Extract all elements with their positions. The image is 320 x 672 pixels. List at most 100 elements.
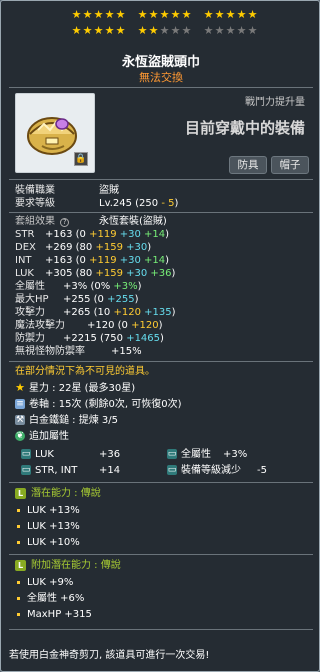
stat-close: )	[165, 255, 170, 266]
stat-extra: +14	[140, 229, 166, 240]
star-icon: ★	[203, 8, 214, 21]
info-icon[interactable]: ?	[60, 218, 70, 227]
stat-starforce: +30	[119, 255, 141, 266]
stat-extra: +14	[140, 255, 166, 266]
stat-row-luk: LUK +305 (80 +159 +30 +36)	[15, 267, 175, 280]
stat-row-dex: DEX +269 (80 +159 +30)	[15, 241, 151, 254]
bullet-icon	[17, 509, 20, 512]
stat-row-magic-attack: 魔法攻擊力 +120 (0 +120)	[15, 320, 163, 331]
star-icon: ★	[104, 8, 115, 21]
star-icon: ★	[203, 24, 214, 37]
divider	[9, 87, 313, 88]
hammer-icon: ⚒	[15, 415, 25, 425]
req-level-value: Lv.245 (250	[99, 198, 162, 209]
stat-close: )	[147, 242, 152, 253]
req-job-row: 裝備職業 盜賊	[15, 184, 119, 197]
set-effect-row[interactable]: 套組效果 ? 永恆套裝(盜賊)	[15, 215, 167, 228]
stat-row-defense: 防禦力 +2215 (750 +1465)	[15, 333, 164, 344]
bonus-potential-line: 全屬性 +6%	[27, 593, 85, 604]
legendary-badge: L	[15, 488, 26, 499]
stat-extra: +36	[147, 268, 172, 279]
stat-row-str: STR +163 (0 +119 +30 +14)	[15, 228, 169, 241]
star-icon: ★	[15, 381, 25, 394]
divider	[9, 212, 313, 213]
star-icon: ★	[225, 24, 236, 37]
divider	[9, 554, 313, 555]
stat-base: (0	[75, 229, 90, 240]
stat-starforce: +30	[126, 242, 148, 253]
tag-hat: 帽子	[271, 156, 309, 174]
stat-close: )	[171, 268, 176, 279]
star-icon: ★	[71, 24, 82, 37]
legendary-badge: L	[15, 560, 26, 571]
stat-row-ignore-defense: 無視怪物防禦率 +15%	[15, 346, 142, 357]
potential-title: 潛在能力 : 傳說	[31, 488, 101, 499]
stat-name: STR	[15, 229, 35, 240]
stat-row-attack: 攻擊力 +265 (10 +120 +135)	[15, 307, 176, 318]
potential-line: LUK +10%	[27, 537, 80, 548]
stat-base: (80	[75, 268, 96, 279]
scroll-row: ≡ 卷軸 : 15次 (剩餘0次, 可恢復0次)	[15, 399, 182, 410]
req-job-label: 裝備職業	[15, 185, 55, 196]
divider	[9, 482, 313, 483]
star-icon: ★	[170, 8, 181, 21]
bonus-potential-line: LUK +9%	[27, 577, 74, 588]
star-icon: ★	[214, 24, 225, 37]
stat-total: +163	[45, 229, 76, 240]
leaf-icon: ❦	[15, 431, 25, 441]
star-force-row: ★ 星力 : 22星 (最多30星)	[15, 381, 136, 394]
stat-base: (80	[75, 242, 96, 253]
potential-line: LUK +13%	[27, 505, 80, 516]
scroll-icon: ≡	[15, 399, 25, 409]
platinum-hammer-row: ⚒ 白金鐵鎚 : 提煉 3/5	[15, 415, 118, 426]
stat-total: +269	[45, 242, 76, 253]
star-icon: ★	[159, 8, 170, 21]
stat-row-maxhp: 最大HP +255 (0 +255)	[15, 294, 139, 305]
potential-line: LUK +13%	[27, 521, 80, 532]
stat-row-allstat: 全屬性 +3% (0% +3%)	[15, 281, 142, 292]
bonus-potential-title: 附加潛在能力 : 傳說	[31, 560, 121, 571]
stat-name: INT	[15, 255, 32, 266]
req-job-value: 盜賊	[99, 185, 119, 196]
star-icon: ★	[104, 24, 115, 37]
addl-option-level-reduce: ▭ 裝備等級減少 -5	[167, 465, 267, 476]
stat-total: +305	[45, 268, 76, 279]
star-icon: ★	[82, 8, 93, 21]
divider	[9, 179, 313, 180]
star-icon: ★	[236, 24, 247, 37]
star-icon: ★	[93, 24, 104, 37]
star-icon: ★	[93, 8, 104, 21]
divider	[9, 629, 313, 630]
stat-starforce: +30	[126, 268, 148, 279]
stat-flame: +159	[95, 268, 127, 279]
stat-flame: +159	[95, 242, 127, 253]
bullet-icon	[17, 613, 20, 616]
invisible-note: 在部分情況下為不可見的道具。	[15, 366, 155, 377]
addl-option-allstat: ▭ 全屬性 +3%	[167, 449, 248, 460]
stat-name: LUK	[15, 268, 34, 279]
stat-close: )	[165, 229, 170, 240]
star-icon: ★	[159, 24, 170, 37]
star-icon: ★	[170, 24, 181, 37]
tag-armor: 防具	[229, 156, 267, 174]
bonus-potential-line: MaxHP +315	[27, 609, 92, 620]
option-icon: ▭	[167, 449, 177, 459]
item-tooltip: ★ ★ ★ ★ ★ ★ ★ ★ ★ ★ ★ ★ ★ ★ ★ ★ ★ ★ ★ ★ ★ ★ ★ ★ ★ ★ ★ ★ ★ ★ 永恆盜賊頭巾 無法…	[0, 0, 320, 672]
option-icon: ▭	[21, 465, 31, 475]
option-icon: ▭	[21, 449, 31, 459]
stat-starforce: +30	[119, 229, 141, 240]
stat-name: DEX	[15, 242, 36, 253]
stat-row-int: INT +163 (0 +119 +30 +14)	[15, 254, 169, 267]
star-icon: ★	[148, 24, 159, 37]
star-icon: ★	[82, 24, 93, 37]
bullet-icon	[17, 541, 20, 544]
star-icon: ★	[181, 8, 192, 21]
addl-option-str-int: ▭ STR, INT +14	[21, 465, 121, 476]
bullet-icon	[17, 525, 20, 528]
star-icon: ★	[236, 8, 247, 21]
stat-flame: +119	[89, 229, 120, 240]
additional-options-header: ❦ 追加屬性	[15, 431, 69, 442]
star-icon: ★	[137, 24, 148, 37]
star-icon: ★	[225, 8, 236, 21]
stat-total: +163	[45, 255, 76, 266]
